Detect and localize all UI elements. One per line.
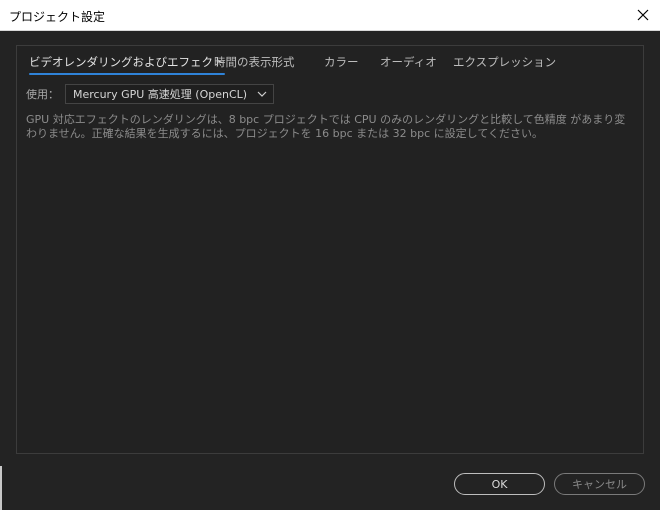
tab-video-rendering-effects[interactable]: ビデオレンダリングおよびエフェクト (29, 54, 225, 75)
chevron-down-icon (257, 91, 267, 97)
window-title: プロジェクト設定 (9, 10, 106, 24)
tab-audio[interactable]: オーディオ (380, 54, 437, 75)
tab-expressions[interactable]: エクスプレッション (453, 54, 556, 75)
cancel-button[interactable]: キャンセル (554, 473, 645, 495)
settings-panel: ビデオレンダリングおよびエフェクト 時間の表示形式 カラー オーディオ エクスプ… (16, 45, 644, 454)
gpu-description-text: GPU 対応エフェクトのレンダリングは、8 bpc プロジェクトでは CPU の… (26, 113, 626, 140)
renderer-select[interactable]: Mercury GPU 高速処理 (OpenCL) (65, 84, 275, 104)
tab-label: 時間の表示形式 (214, 55, 295, 69)
title-bar: プロジェクト設定 (0, 0, 660, 31)
close-icon (637, 9, 649, 21)
tab-label: オーディオ (380, 55, 437, 69)
cancel-button-label: キャンセル (572, 478, 627, 491)
tab-label: エクスプレッション (453, 55, 557, 69)
window-edge (0, 466, 2, 510)
tab-time-display[interactable]: 時間の表示形式 (214, 54, 295, 75)
tab-color[interactable]: カラー (324, 54, 359, 75)
close-button[interactable] (626, 0, 660, 30)
renderer-row: 使用： Mercury GPU 高速処理 (OpenCL) (26, 84, 275, 104)
renderer-selected-value: Mercury GPU 高速処理 (OpenCL) (73, 88, 248, 101)
tab-label: ビデオレンダリングおよびエフェクト (29, 55, 225, 69)
ok-button-label: OK (491, 477, 508, 491)
tab-label: カラー (324, 55, 359, 69)
ok-button[interactable]: OK (454, 473, 545, 495)
renderer-label: 使用： (26, 88, 59, 101)
